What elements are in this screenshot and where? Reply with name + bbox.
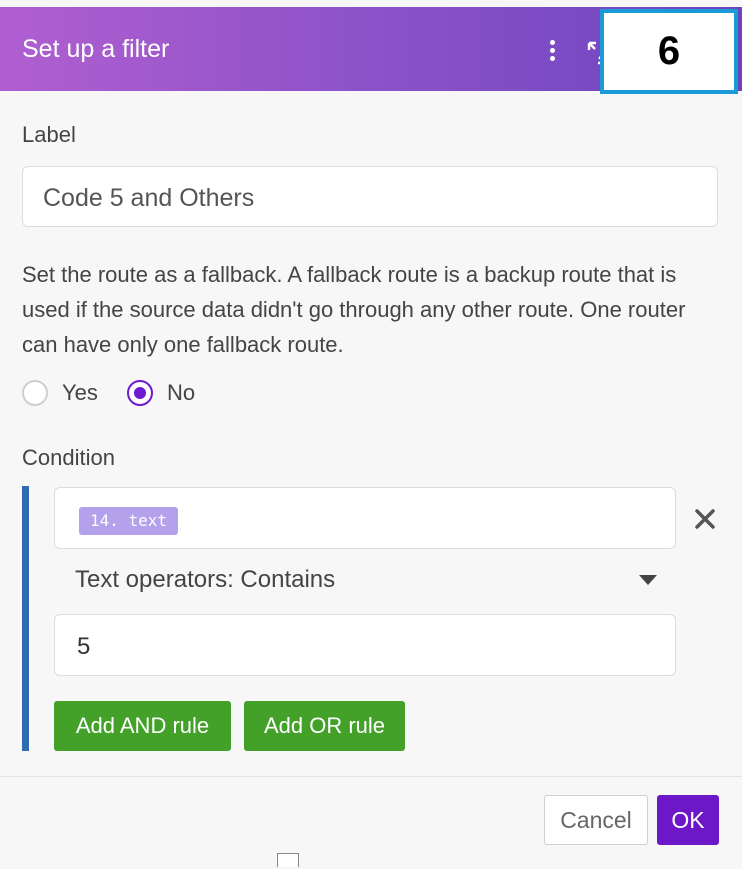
- fallback-yes-label[interactable]: Yes: [62, 380, 98, 406]
- fallback-yes-radio[interactable]: [22, 380, 48, 406]
- condition-label: Condition: [22, 445, 115, 470]
- condition-group-bar: [22, 486, 29, 751]
- chevron-down-icon: [639, 575, 657, 585]
- operator-select-value: Text operators: Contains: [75, 566, 336, 593]
- label-field-label: Label: [22, 122, 76, 147]
- ok-button[interactable]: OK: [657, 795, 719, 845]
- add-or-rule-button[interactable]: Add OR rule: [244, 701, 405, 751]
- cancel-button[interactable]: Cancel: [544, 795, 648, 845]
- dialog-title: Set up a filter: [22, 35, 170, 63]
- filter-dialog: Set up a filter 6 Label Code 5 and Other…: [0, 0, 742, 869]
- footer-divider: [0, 776, 742, 777]
- condition-value-field[interactable]: 5: [54, 614, 676, 676]
- add-and-rule-button[interactable]: Add AND rule: [54, 701, 231, 751]
- condition-value-text: 5: [77, 633, 91, 660]
- fallback-no-label[interactable]: No: [167, 380, 195, 406]
- fallback-help-text: Set the route as a fallback. A fallback …: [22, 262, 686, 357]
- more-vertical-icon[interactable]: [545, 40, 559, 64]
- operator-select[interactable]: Text operators: Contains: [75, 566, 665, 596]
- label-input[interactable]: Code 5 and Others: [22, 166, 718, 227]
- step-number-badge: 6: [600, 9, 738, 94]
- fallback-no-radio[interactable]: [127, 380, 153, 406]
- close-icon[interactable]: [693, 507, 717, 531]
- resize-handle[interactable]: [277, 853, 299, 867]
- condition-operand-field[interactable]: 14. text: [54, 487, 676, 549]
- variable-token[interactable]: 14. text: [79, 507, 179, 535]
